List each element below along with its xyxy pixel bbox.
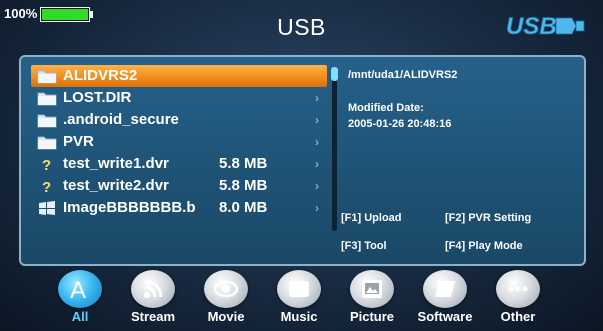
chevron-right-icon: › [315, 179, 319, 193]
file-list: ALIDVRS2 LOST.DIR › .android_secure › PVR ›? te… [31, 65, 327, 219]
category-label: Movie [207, 309, 245, 324]
folder-icon [37, 90, 57, 106]
chevron-right-icon: › [315, 135, 319, 149]
category-other[interactable]: Other [482, 270, 554, 328]
stream-icon[interactable] [131, 270, 175, 308]
f2-pvr-setting-button[interactable]: [F2] PVR Setting [445, 212, 531, 224]
folder-icon [37, 68, 57, 84]
chevron-right-icon: › [315, 201, 319, 215]
category-label: Stream [130, 309, 176, 324]
current-path: /mnt/uda1/ALIDVRS2 [348, 69, 458, 81]
category-stream[interactable]: Stream [117, 270, 189, 328]
movie-icon[interactable] [204, 270, 248, 308]
svg-text:?: ? [42, 179, 51, 194]
svg-text:A: A [70, 277, 86, 301]
category-label: Software [417, 309, 473, 324]
file-size: 5.8 MB [219, 155, 268, 172]
file-row[interactable]: ImageBBBBBBB.b 8.0 MB › [31, 197, 327, 219]
file-browser-panel: ALIDVRS2 LOST.DIR › .android_secure › PVR ›? te… [19, 55, 586, 266]
unknown-file-icon: ? [37, 178, 57, 196]
scrollbar-thumb[interactable] [331, 67, 338, 81]
file-row[interactable]: .android_secure › [31, 109, 327, 131]
folder-icon [37, 134, 57, 150]
file-row[interactable]: ALIDVRS2 [31, 65, 327, 87]
other-icon[interactable] [496, 270, 540, 308]
category-label: All [71, 309, 89, 324]
chevron-right-icon: › [315, 113, 319, 127]
picture-icon[interactable] [350, 270, 394, 308]
category-label: Music [280, 309, 318, 324]
category-all[interactable]: A All [44, 270, 116, 328]
folder-icon [37, 112, 57, 128]
file-row[interactable]: ? test_write2.dvr 5.8 MB › [31, 175, 327, 197]
category-bar: A All Stream Movie Music Picture Software Other [44, 270, 564, 328]
svg-text:?: ? [42, 157, 51, 172]
usb-logo: USB [506, 13, 585, 40]
unknown-file-icon: ? [37, 156, 57, 174]
file-size: 8.0 MB [219, 199, 268, 216]
music-icon[interactable] [277, 270, 321, 308]
usb-logo-text: USB [506, 13, 557, 40]
f1-upload-button[interactable]: [F1] Upload [341, 212, 402, 224]
modified-date-label: Modified Date: [348, 102, 424, 114]
file-row[interactable]: ? test_write1.dvr 5.8 MB › [31, 153, 327, 175]
category-label: Picture [349, 309, 395, 324]
screen: 100% USB USB ALIDVRS2 LOST.DIR › .android_s… [0, 0, 603, 331]
category-software[interactable]: Software [409, 270, 481, 328]
file-name: ImageBBBBBBB.b [63, 199, 196, 216]
f4-play-mode-button[interactable]: [F4] Play Mode [445, 240, 523, 252]
category-movie[interactable]: Movie [190, 270, 262, 328]
modified-date-value: 2005-01-26 20:48:16 [348, 118, 452, 130]
file-name: test_write1.dvr [63, 155, 169, 172]
file-name: .android_secure [63, 111, 179, 128]
file-row[interactable]: PVR › [31, 131, 327, 153]
software-icon[interactable] [423, 270, 467, 308]
chevron-right-icon: › [315, 91, 319, 105]
file-name: test_write2.dvr [63, 177, 169, 194]
file-name: PVR [63, 133, 94, 150]
file-name: ALIDVRS2 [63, 67, 138, 84]
file-size: 5.8 MB [219, 177, 268, 194]
f3-tool-button[interactable]: [F3] Tool [341, 240, 387, 252]
file-row[interactable]: LOST.DIR › [31, 87, 327, 109]
scrollbar[interactable] [331, 67, 338, 231]
category-music[interactable]: Music [263, 270, 335, 328]
all-icon[interactable]: A [58, 270, 102, 308]
category-label: Other [500, 309, 536, 324]
windows-file-icon [37, 200, 57, 216]
chevron-right-icon: › [315, 157, 319, 171]
category-picture[interactable]: Picture [336, 270, 408, 328]
file-name: LOST.DIR [63, 89, 132, 106]
